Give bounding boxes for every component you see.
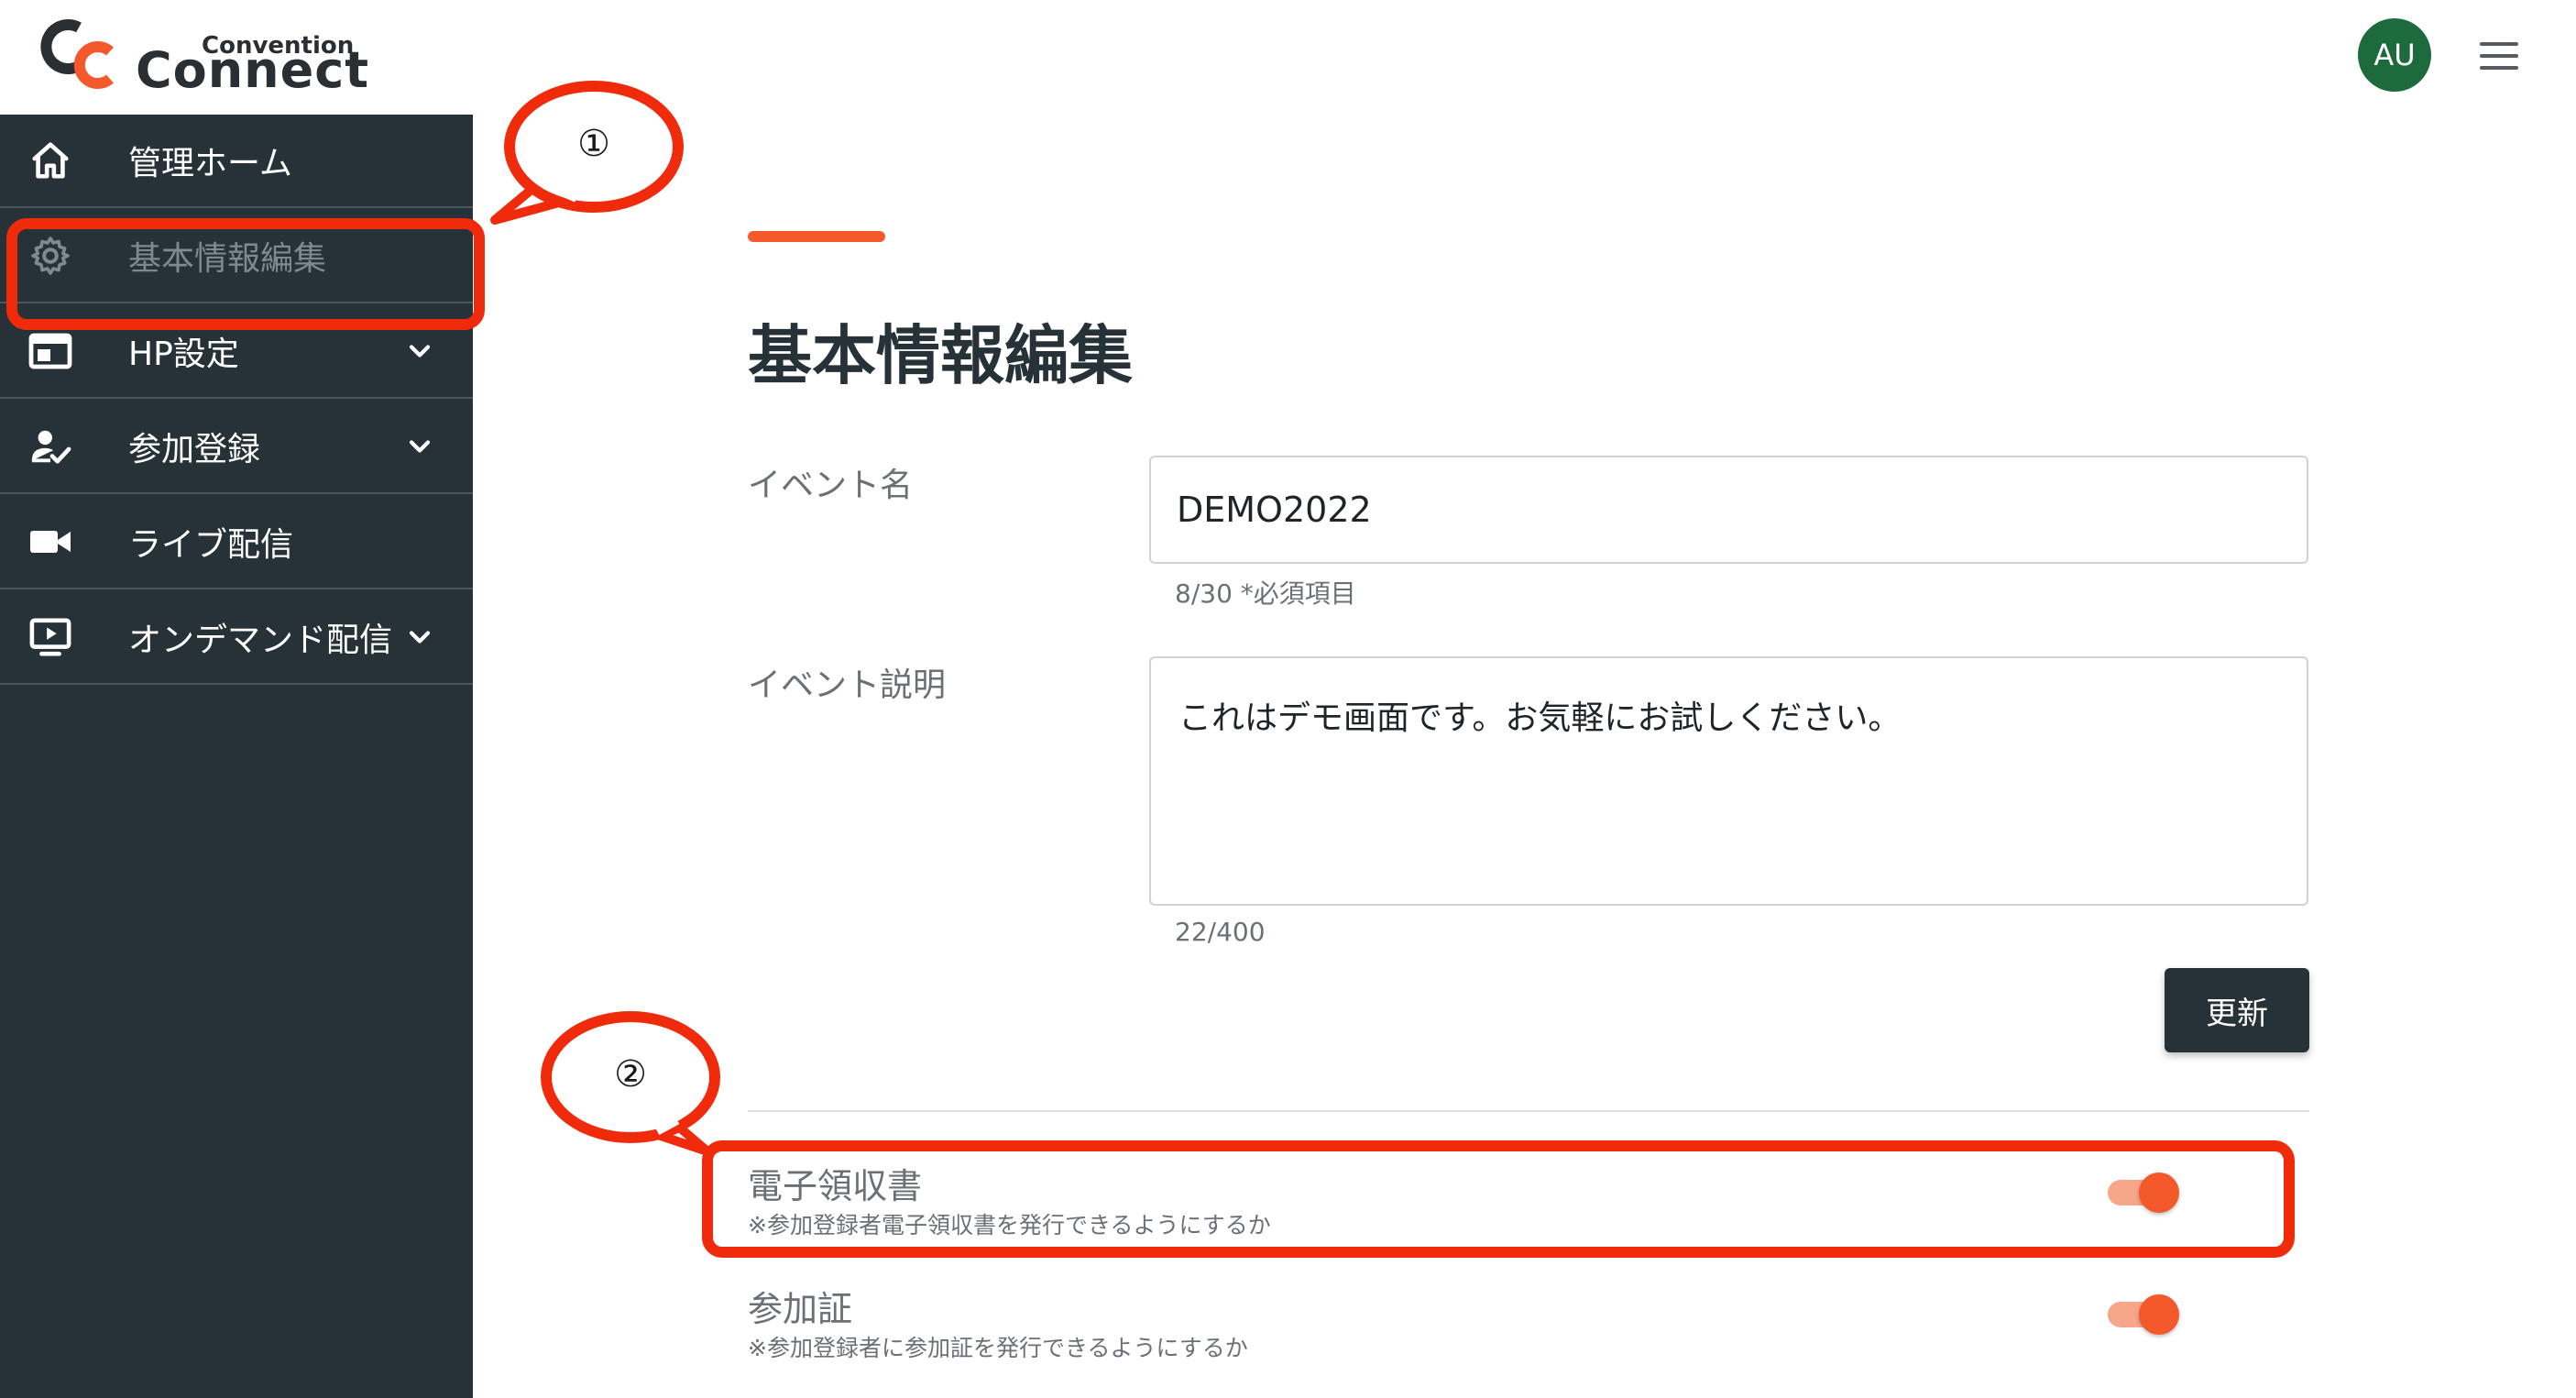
callout-1-number: ① [577,123,610,165]
sidebar-item-registration[interactable]: 参加登録 [0,401,473,494]
participation-cert-toggle[interactable] [2108,1294,2179,1335]
event-description-label: イベント説明 [748,666,947,704]
callout-2-tail [648,1114,712,1156]
web-layout-icon [27,328,73,374]
sidebar-item-label: 参加登録 [128,431,261,468]
e-receipt-toggle[interactable] [2108,1172,2179,1213]
sidebar-item-live-streaming[interactable]: ライブ配信 [0,496,473,589]
sidebar-item-basic-info[interactable]: 基本情報編集 [0,210,473,303]
event-name-input[interactable]: DEMO2022 [1149,456,2308,564]
app-root: Convention Connect AU 管理ホーム 基本情報編集 HP設定 [0,0,2576,1398]
sidebar-item-on-demand[interactable]: オンデマンド配信 [0,591,473,685]
update-button[interactable]: 更新 [2165,968,2309,1052]
logo-mark-icon [40,19,114,89]
toggle-knob [2139,1294,2179,1335]
toggle-knob [2139,1172,2179,1213]
callout-1-tail [490,170,580,225]
screen-play-icon [27,614,73,660]
logo-text-big: Connect [136,41,370,99]
section-divider [748,1110,2309,1112]
sidebar-item-hp-settings[interactable]: HP設定 [0,305,473,399]
sidebar-item-label: ライブ配信 [128,526,294,564]
video-camera-icon [27,519,73,565]
callout-2-number: ② [614,1053,647,1095]
title-accent-bar [748,231,885,242]
chevron-down-icon [409,345,431,358]
page-title: 基本情報編集 [748,318,1133,393]
event-description-helper: 22/400 [1175,917,1266,947]
chevron-down-icon [409,440,431,453]
hamburger-menu-icon[interactable] [2480,42,2518,70]
gear-icon [27,233,73,279]
event-name-helper: 8/30 *必須項目 [1175,578,1356,609]
chevron-down-icon [409,631,431,644]
sidebar-item-admin-home[interactable]: 管理ホーム [0,115,473,208]
event-description-textarea[interactable]: これはデモ画面です。お気軽にお試しください。 [1149,656,2308,906]
sidebar-item-label: オンデマンド配信 [128,622,393,659]
user-check-icon [27,424,73,469]
participation-cert-title: 参加証 [748,1289,853,1329]
sidebar: 管理ホーム 基本情報編集 HP設定 参加登録 ライブ配信 オンデマンド配信 [0,115,473,1398]
event-name-label: イベント名 [748,467,914,504]
sidebar-item-label: 管理ホーム [128,145,292,182]
e-receipt-description: ※参加登録者電子領収書を発行できるようにするか [748,1212,1271,1238]
sidebar-item-label: HP設定 [128,336,239,373]
participation-cert-description: ※参加登録者に参加証を発行できるようにするか [748,1335,1248,1361]
sidebar-item-label: 基本情報編集 [128,240,327,278]
user-avatar[interactable]: AU [2358,18,2431,92]
home-icon [27,138,73,183]
e-receipt-title: 電子領収書 [748,1166,923,1206]
logo[interactable]: Convention Connect [38,15,368,97]
